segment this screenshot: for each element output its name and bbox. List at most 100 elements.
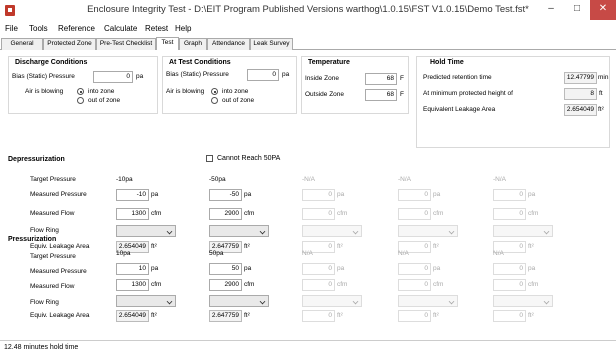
title-bar: Enclosure Integrity Test - D:\EIT Progra… [0,0,616,22]
outside-zone-label: Outside Zone [305,91,345,98]
pres-col1-pressure-input[interactable]: 10 [116,263,149,275]
tab-graph[interactable]: Graph [179,38,207,50]
menu-file[interactable]: File [5,24,18,33]
pres-col4-target: N/A [398,250,409,257]
menu-help[interactable]: Help [175,24,191,33]
maximize-button[interactable]: □ [564,0,590,20]
depr-col2-flow-input[interactable]: 2900 [209,208,242,220]
pres-col2-pressure-unit: pa [244,265,252,272]
pres-col4-flow-ring-select [398,295,458,307]
pres-col2-pressure-input[interactable]: 50 [209,263,242,275]
pres-col5-flow-ring-select [493,295,553,307]
minimize-button[interactable]: – [538,0,564,20]
pres-col3-pressure-unit: pa [337,265,345,272]
pres-col2-flow-unit: cfm [244,281,255,288]
depr-col4-flow-input: 0 [398,208,431,220]
ela-label: Equivalent Leakage Area [423,106,496,113]
chevron-down-icon [352,298,359,305]
pres-col2-ela: 2.647759 [209,310,242,322]
menu-bar: File Tools Reference Calculate Retest He… [0,22,616,36]
min-height-label: At minimum protected height of [423,90,513,97]
depr-col4-flow-unit: cfm [433,210,444,217]
inside-zone-input[interactable]: 68 [365,73,397,85]
at-test-into-zone-label: into zone [222,88,249,95]
pres-col3-flow-ring-select [302,295,362,307]
depr-col5-target: -N/A [493,176,506,183]
pres-col2-target: 50pa [209,250,224,257]
pres-col4-flow-input: 0 [398,279,431,291]
tab-pre-test-checklist[interactable]: Pre-Test Checklist [96,38,156,50]
depr-col4-ela-unit: ft² [433,243,439,250]
cannot-reach-50pa-label: Cannot Reach 50PA [217,155,281,162]
pres-target-pressure-label: Target Pressure [30,253,76,260]
chevron-down-icon [259,228,266,235]
min-height-value: 8 [564,88,597,100]
depr-col1-flow-unit: cfm [151,210,162,217]
depr-col1-flow-ring-select[interactable] [116,225,176,237]
depr-col1-pressure-input[interactable]: -10 [116,189,149,201]
depr-col2-flow-ring-select[interactable] [209,225,269,237]
depr-col5-pressure-input: 0 [493,189,526,201]
pres-col3-flow-unit: cfm [337,281,348,288]
depr-col5-flow-ring-select [493,225,553,237]
outside-zone-input[interactable]: 68 [365,89,397,101]
tab-test[interactable]: Test [156,37,179,51]
pres-col1-target: 10pa [116,250,131,257]
depr-col4-target: -N/A [398,176,411,183]
tab-leak-survey[interactable]: Leak Survey [250,38,293,50]
pres-col1-pressure-unit: pa [151,265,159,272]
discharge-conditions-group: Discharge Conditions Bias (Static) Press… [8,56,158,114]
inside-zone-unit: F [400,75,404,82]
pres-flow-ring-label: Flow Ring [30,299,59,306]
pres-measured-pressure-label: Measured Pressure [30,268,87,275]
status-bar: 12.48 minutes hold time [0,340,616,354]
menu-calculate[interactable]: Calculate [104,24,137,33]
pres-col1-flow-input[interactable]: 1300 [116,279,149,291]
pres-col3-ela-unit: ft² [337,312,343,319]
depr-col2-flow-unit: cfm [244,210,255,217]
pres-col1-ela: 2.654049 [116,310,149,322]
pres-col2-flow-input[interactable]: 2900 [209,279,242,291]
hold-time-title: Hold Time [430,59,464,66]
depr-col4-flow-ring-select [398,225,458,237]
pres-col2-flow-ring-select[interactable] [209,295,269,307]
discharge-out-of-zone-radio[interactable] [77,97,84,104]
at-test-bias-input[interactable]: 0 [247,69,279,81]
pres-col1-flow-ring-select[interactable] [116,295,176,307]
depr-col2-pressure-input[interactable]: -50 [209,189,242,201]
chevron-down-icon [166,298,173,305]
discharge-conditions-title: Discharge Conditions [15,59,88,66]
discharge-into-zone-radio[interactable] [77,88,84,95]
pres-col5-ela: 0 [493,310,526,322]
tab-attendance[interactable]: Attendance [207,38,250,50]
close-button[interactable]: ✕ [590,0,616,20]
tab-general[interactable]: General [1,38,43,50]
discharge-out-of-zone-label: out of zone [88,97,121,104]
depr-col3-target: -N/A [302,176,315,183]
at-test-out-of-zone-radio[interactable] [211,97,218,104]
depr-col2-ela-unit: ft² [244,243,250,250]
chevron-down-icon [352,228,359,235]
at-test-out-of-zone-label: out of zone [222,97,255,104]
depr-col3-pressure-input: 0 [302,189,335,201]
chevron-down-icon [259,298,266,305]
discharge-bias-input[interactable]: 0 [93,71,133,83]
window-title: Enclosure Integrity Test - D:\EIT Progra… [87,4,529,15]
depr-col5-pressure-unit: pa [528,191,536,198]
menu-reference[interactable]: Reference [58,24,95,33]
pres-col1-flow-unit: cfm [151,281,162,288]
menu-tools[interactable]: Tools [29,24,48,33]
pres-col4-pressure-unit: pa [433,265,441,272]
at-test-into-zone-radio[interactable] [211,88,218,95]
pres-col3-target: N/A [302,250,313,257]
depr-flow-ring-label: Flow Ring [30,227,59,234]
menu-retest[interactable]: Retest [145,24,168,33]
depr-col1-flow-input[interactable]: 1300 [116,208,149,220]
at-test-air-label: Air is blowing [166,88,205,95]
pres-col3-ela: 0 [302,310,335,322]
depr-col5-flow-unit: cfm [528,210,539,217]
pres-col5-flow-unit: cfm [528,281,539,288]
tab-protected-zone[interactable]: Protected Zone [43,38,96,50]
ela-value: 2.654049 [564,104,597,116]
cannot-reach-50pa-checkbox[interactable] [206,155,213,162]
